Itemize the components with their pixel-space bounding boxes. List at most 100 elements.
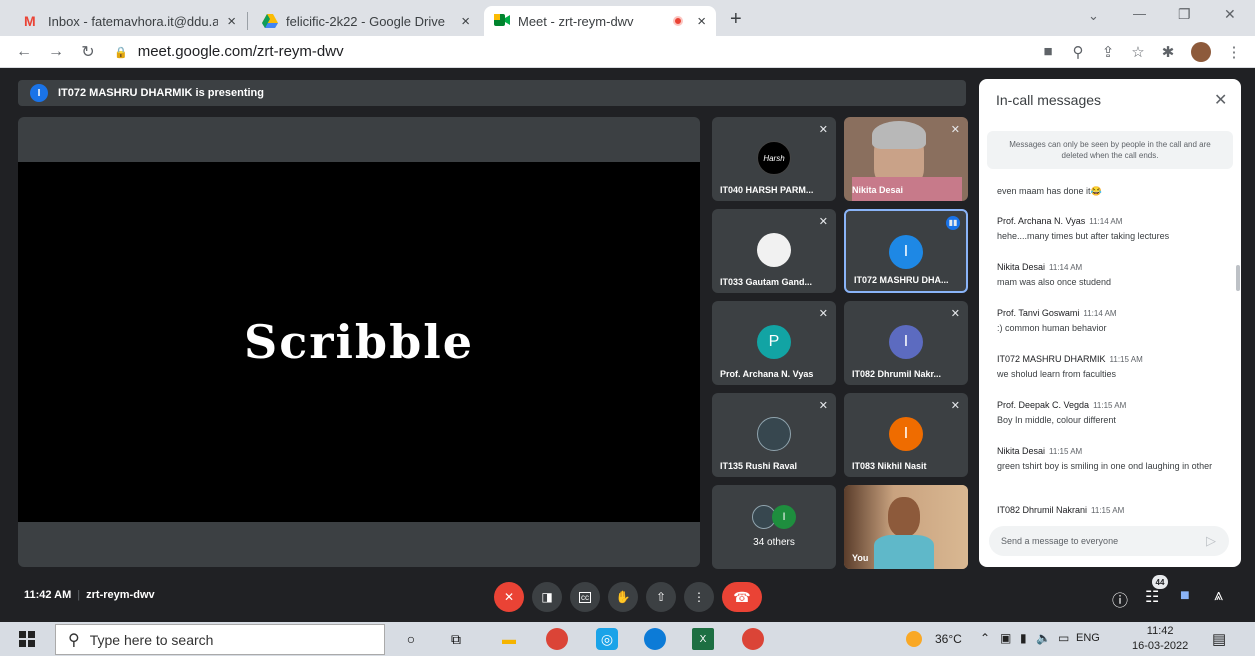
taskbar-search-placeholder: Type here to search xyxy=(89,631,214,648)
tab-google-drive[interactable]: felicific-2k22 - Google Drive × xyxy=(252,6,480,36)
chat-message: IT072 MASHRU DHARMIK 11:15 AM we sholud l… xyxy=(997,353,1217,380)
url-text: meet.google.com/zrt-reym-dwv xyxy=(137,43,344,60)
profile-avatar[interactable] xyxy=(1191,41,1211,62)
present-icon: ⇧ xyxy=(655,590,667,604)
close-icon[interactable]: ✕ xyxy=(1214,90,1227,110)
windows-start-icon[interactable] xyxy=(16,628,38,650)
edge-icon[interactable] xyxy=(644,628,666,650)
extensions-icon[interactable]: ✱ xyxy=(1153,43,1183,61)
raise-hand-button[interactable]: ✋ xyxy=(608,582,638,612)
people-icon[interactable]: ☷ xyxy=(1145,587,1159,607)
participant-count-badge: 44 xyxy=(1152,575,1168,589)
tray-chevron-icon[interactable]: ⌃ xyxy=(980,631,990,645)
participant-tile[interactable]: ✕ IT135 Rushi Raval xyxy=(712,393,836,477)
message-time: 11:14 AM xyxy=(1083,309,1117,318)
whatsapp-icon[interactable]: ◎ xyxy=(596,628,618,650)
video-icon: ◨ xyxy=(541,590,553,604)
share-icon[interactable]: ⇪ xyxy=(1093,43,1123,61)
message-time: 11:15 AM xyxy=(1093,401,1127,410)
menu-kebab-icon[interactable]: ⋮ xyxy=(1219,43,1249,61)
captions-icon: cc xyxy=(579,591,591,603)
participant-name: IT033 Gautam Gand... xyxy=(720,277,813,287)
notification-center-icon[interactable]: ▤ xyxy=(1212,630,1226,648)
maximize-button[interactable]: ❐ xyxy=(1178,6,1191,23)
weather-temp[interactable]: 36°C xyxy=(935,632,962,646)
task-view-icon[interactable]: ⧉ xyxy=(445,628,467,650)
weather-icon[interactable] xyxy=(906,631,922,647)
participant-tile[interactable]: P ✕ Prof. Archana N. Vyas xyxy=(712,301,836,385)
tab-close-button[interactable]: × xyxy=(461,13,470,30)
participant-tile[interactable]: I ✕ IT083 Nikhil Nasit xyxy=(844,393,968,477)
bookmark-star-icon[interactable]: ☆ xyxy=(1123,43,1153,61)
minimize-button[interactable]: — xyxy=(1133,6,1146,21)
chat-scrollbar[interactable] xyxy=(1236,265,1240,291)
self-tile[interactable]: You xyxy=(844,485,968,569)
captions-button[interactable]: cc xyxy=(570,582,600,612)
others-tile[interactable]: I 34 others xyxy=(712,485,836,569)
shared-screen-text: Scribble xyxy=(243,315,474,369)
tab-search-button[interactable]: ⌄ xyxy=(1088,8,1099,24)
activities-icon[interactable]: ⩓ xyxy=(1214,587,1223,605)
participant-tile[interactable]: I ✕ IT082 Dhrumil Nakr... xyxy=(844,301,968,385)
participant-avatar: I xyxy=(772,505,796,529)
camera-toggle-button[interactable]: ◨ xyxy=(532,582,562,612)
chat-input-placeholder: Send a message to everyone xyxy=(1001,536,1119,546)
chat-message: Prof. Tanvi Goswami 11:14 AM :) common hu… xyxy=(997,307,1217,334)
tab-google-meet[interactable]: Meet - zrt-reym-dwv × xyxy=(484,6,716,36)
participant-name: You xyxy=(852,553,869,563)
message-sender: Nikita Desai xyxy=(997,446,1046,456)
message-time: 11:15 AM xyxy=(1049,447,1083,456)
info-icon[interactable]: ⓘ xyxy=(1112,587,1128,611)
forward-icon[interactable]: → xyxy=(40,43,72,61)
cortana-icon[interactable]: ○ xyxy=(400,628,422,650)
participant-name: Nikita Desai xyxy=(852,185,904,195)
new-tab-button[interactable]: + xyxy=(730,8,742,31)
url-field[interactable]: 🔒 meet.google.com/zrt-reym-dwv xyxy=(114,43,344,60)
back-icon[interactable]: ← xyxy=(8,43,40,61)
mic-toggle-button[interactable]: ✕ xyxy=(494,582,524,612)
network-icon[interactable]: ▮ xyxy=(1020,631,1027,645)
volume-icon[interactable]: 🔈 xyxy=(1036,631,1051,645)
chat-message: Nikita Desai 11:15 AM green tshirt boy is… xyxy=(997,445,1217,472)
close-window-button[interactable]: ✕ xyxy=(1224,6,1236,23)
camera-icon[interactable]: ■ xyxy=(1033,43,1063,60)
message-text: green tshirt boy is smiling in one ond l… xyxy=(997,461,1213,471)
others-count: 34 others xyxy=(753,537,795,548)
battery-icon[interactable]: ▭ xyxy=(1058,631,1069,645)
google-drive-icon xyxy=(262,14,278,28)
participant-tile-active-speaker[interactable]: I ▮▮ IT072 MASHRU DHA... xyxy=(844,209,968,293)
participant-name: Prof. Archana N. Vyas xyxy=(720,369,814,379)
leave-call-button[interactable]: ☎ xyxy=(722,582,762,612)
participant-tile[interactable]: ✕ Nikita Desai xyxy=(844,117,968,201)
participant-tile[interactable]: Harsh ✕ IT040 HARSH PARM... xyxy=(712,117,836,201)
file-explorer-icon[interactable]: ▬ xyxy=(498,628,520,650)
reload-icon[interactable]: ↻ xyxy=(72,42,104,62)
chrome-icon[interactable] xyxy=(546,628,568,650)
tab-close-button[interactable]: × xyxy=(227,13,236,30)
tab-gmail[interactable]: M Inbox - fatemavhora.it@ddu.ac.in × xyxy=(14,6,246,36)
tab-label: Meet - zrt-reym-dwv xyxy=(518,13,634,29)
taskbar-clock[interactable]: 11:42 16-03-2022 xyxy=(1132,624,1188,654)
participant-name: IT072 MASHRU DHA... xyxy=(854,275,949,285)
participant-avatar: Harsh xyxy=(757,141,791,175)
tab-close-button[interactable]: × xyxy=(697,13,706,30)
message-sender: Prof. Tanvi Goswami xyxy=(997,308,1080,318)
more-options-button[interactable]: ⋮ xyxy=(684,582,714,612)
language-indicator[interactable]: ENG xyxy=(1076,632,1100,644)
message-text: we sholud learn from faculties xyxy=(997,369,1117,379)
excel-icon[interactable]: X xyxy=(692,628,714,650)
participant-video xyxy=(872,121,926,149)
participant-tile[interactable]: ✕ IT033 Gautam Gand... xyxy=(712,209,836,293)
meeting-time: 11:42 AM xyxy=(24,589,72,601)
message-time: 11:15 AM xyxy=(1091,506,1125,515)
chat-icon[interactable]: ■ xyxy=(1180,587,1190,605)
present-button[interactable]: ⇧ xyxy=(646,582,676,612)
zoom-icon[interactable]: ⚲ xyxy=(1063,43,1093,61)
self-video xyxy=(874,535,934,569)
chat-message-input[interactable]: Send a message to everyone xyxy=(989,526,1229,556)
send-icon[interactable]: ▷ xyxy=(1206,533,1216,549)
chrome-profile-icon[interactable] xyxy=(742,628,764,650)
taskbar-search-box[interactable]: ⚲ Type here to search xyxy=(55,624,385,655)
more-vert-icon: ⋮ xyxy=(693,590,705,604)
tray-icon[interactable]: ▣ xyxy=(1000,631,1011,645)
